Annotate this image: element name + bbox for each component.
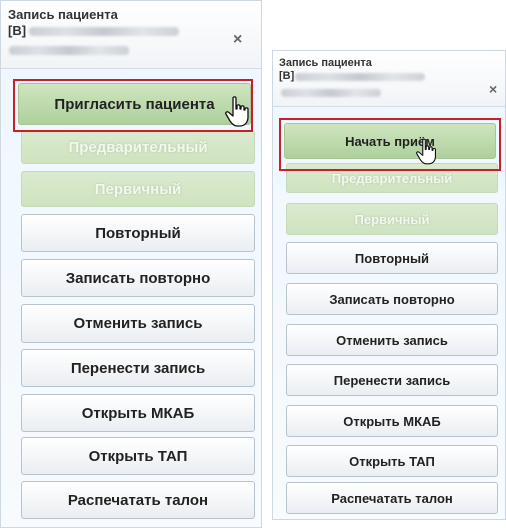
- right-panel-title: Запись пациента: [279, 57, 372, 69]
- move-record-button[interactable]: Перенести запись: [21, 349, 255, 387]
- print-ticket-label: Распечатать талон: [331, 490, 453, 506]
- left-patient-code: [В]: [8, 23, 27, 38]
- cancel-record-button[interactable]: Отменить запись: [286, 324, 498, 356]
- print-ticket-button[interactable]: Распечатать талон: [286, 482, 498, 514]
- move-record-label: Перенести запись: [70, 359, 206, 377]
- close-icon[interactable]: ×: [233, 31, 242, 49]
- hand-cursor-icon: [225, 96, 249, 127]
- invite-button-highlight: [13, 79, 253, 132]
- primary-label: Первичный: [94, 180, 182, 198]
- open-tap-label: Открыть ТАП: [349, 453, 435, 469]
- repeat-button[interactable]: Повторный: [21, 214, 255, 252]
- preliminary-label: Предварительный: [68, 138, 208, 156]
- open-tap-button[interactable]: Открыть ТАП: [286, 445, 498, 477]
- start-reception-highlight: [279, 118, 501, 171]
- record-again-button[interactable]: Записать повторно: [21, 259, 255, 297]
- right-panel-header: Запись пациента [В] ×: [273, 51, 505, 107]
- repeat-label: Повторный: [95, 224, 181, 242]
- cancel-record-button[interactable]: Отменить запись: [21, 304, 255, 343]
- right-patient-code: [В]: [279, 70, 295, 82]
- open-tap-label: Открыть ТАП: [88, 447, 188, 465]
- left-patient-info-blurred: [9, 46, 129, 55]
- repeat-label: Повторный: [354, 250, 430, 266]
- open-mkab-label: Открыть МКАБ: [81, 404, 195, 422]
- open-mkab-button[interactable]: Открыть МКАБ: [286, 405, 498, 437]
- print-ticket-button[interactable]: Распечатать талон: [21, 481, 255, 519]
- primary-button[interactable]: Первичный: [286, 203, 498, 235]
- print-ticket-label: Распечатать талон: [67, 491, 209, 509]
- repeat-button[interactable]: Повторный: [286, 242, 498, 274]
- preliminary-button[interactable]: Предварительный: [21, 130, 255, 164]
- record-again-label: Записать повторно: [65, 269, 211, 287]
- right-patient-name-blurred: [295, 73, 425, 81]
- primary-button[interactable]: Первичный: [21, 171, 255, 207]
- move-record-label: Перенести запись: [333, 372, 451, 388]
- left-panel-header: Запись пациента [В] ×: [1, 1, 261, 69]
- open-tap-button[interactable]: Открыть ТАП: [21, 437, 255, 475]
- preliminary-label: Предварительный: [331, 170, 453, 186]
- left-panel-title: Запись пациента: [8, 7, 118, 22]
- open-mkab-label: Открыть МКАБ: [343, 413, 441, 429]
- primary-label: Первичный: [354, 211, 430, 227]
- cancel-record-label: Отменить запись: [336, 332, 448, 348]
- open-mkab-button[interactable]: Открыть МКАБ: [21, 394, 255, 432]
- close-icon[interactable]: ×: [489, 81, 497, 97]
- right-patient-info-blurred: [281, 89, 381, 97]
- hand-cursor-icon: [416, 138, 437, 165]
- record-again-button[interactable]: Записать повторно: [286, 283, 498, 315]
- move-record-button[interactable]: Перенести запись: [286, 364, 498, 396]
- cancel-record-label: Отменить запись: [73, 315, 203, 332]
- record-again-label: Записать повторно: [329, 291, 455, 307]
- left-patient-name-blurred: [29, 27, 179, 36]
